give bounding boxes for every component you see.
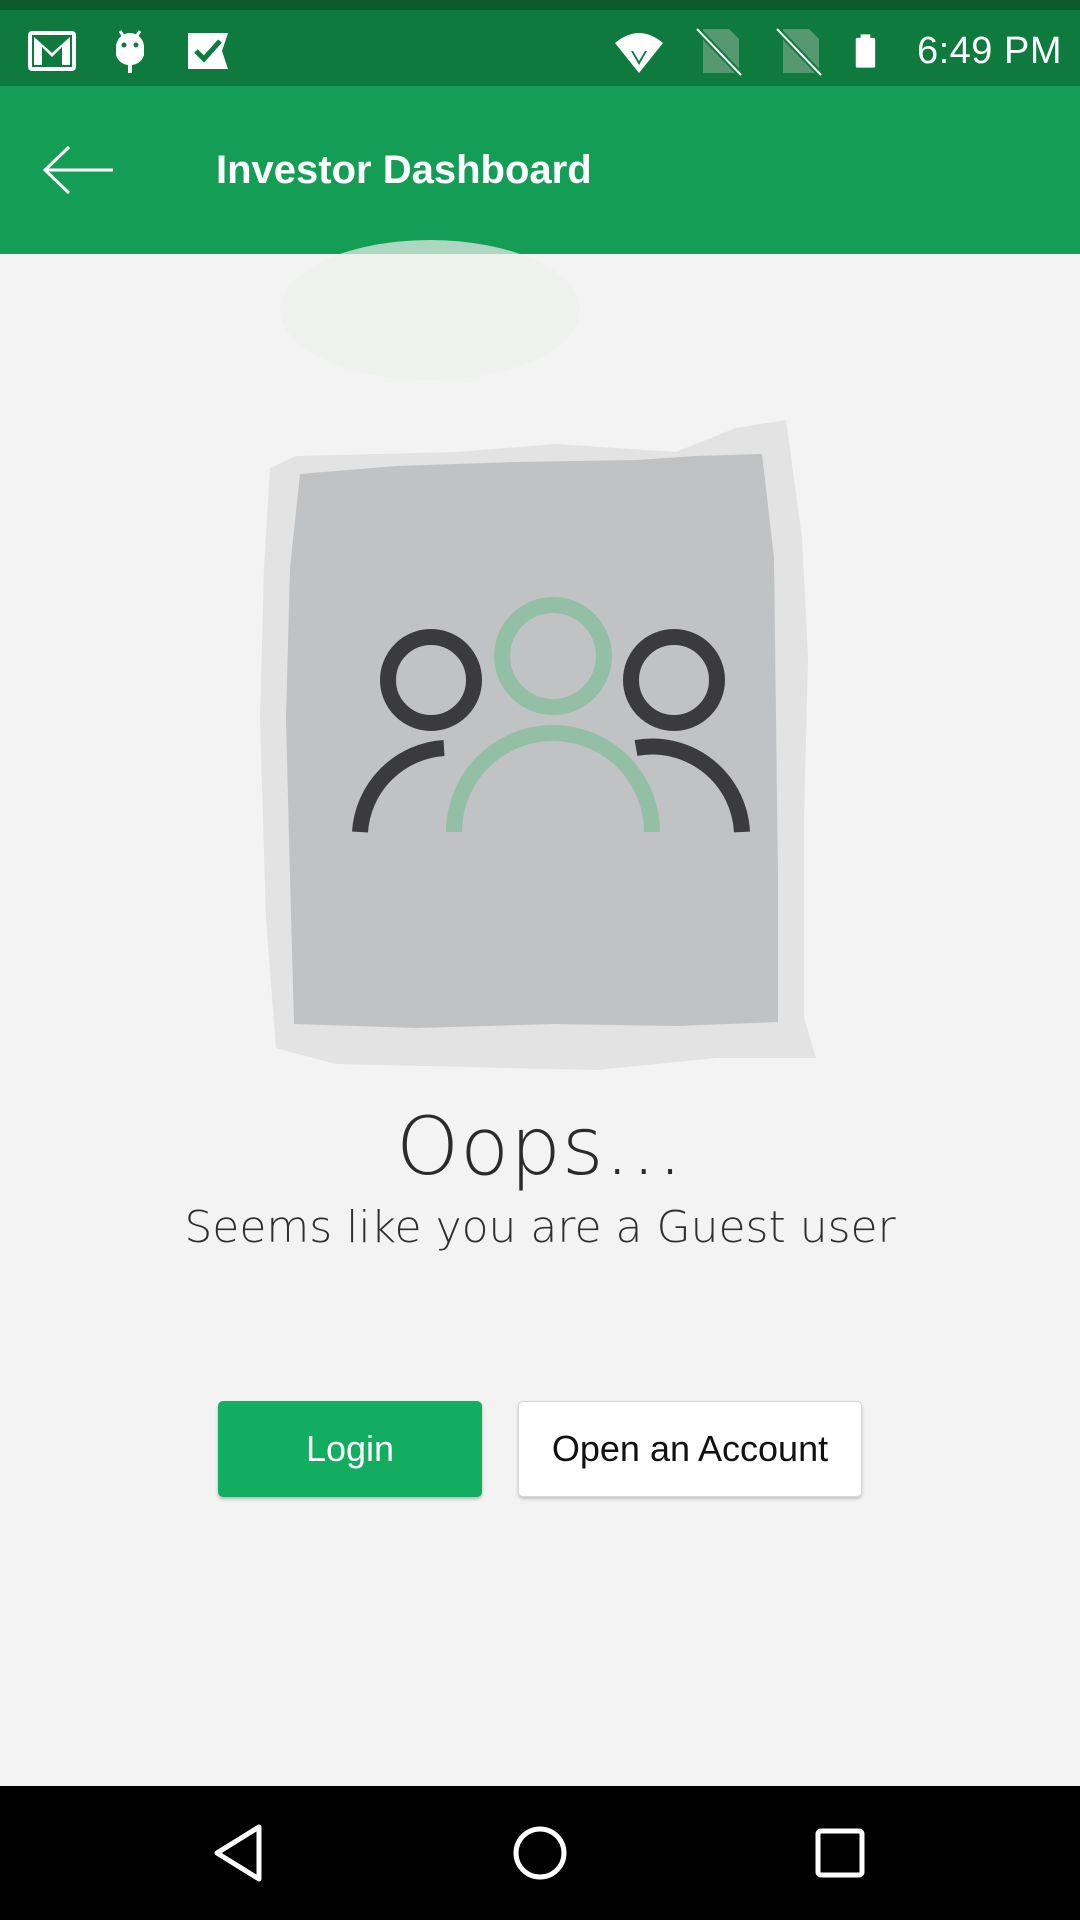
page-title: Investor Dashboard (216, 148, 592, 192)
status-time: 6:49 PM (916, 29, 1062, 72)
wifi-icon (614, 33, 663, 73)
oops-heading: Oops... (396, 1100, 684, 1193)
nav-recents-button[interactable] (795, 1808, 885, 1898)
background-watermark (280, 240, 580, 380)
status-bar-right-icons: 6:49 PM (613, 16, 1062, 86)
app-bar: Investor Dashboard (0, 86, 1080, 254)
status-bar: 6:49 PM (0, 0, 1080, 86)
status-bar-left-icons (26, 16, 234, 86)
home-circle-icon (513, 1826, 567, 1880)
task-check-icon (188, 33, 228, 69)
login-button[interactable]: Login (218, 1401, 482, 1497)
screen: 6:49 PM Investor Dashboard Oops... Seems… (0, 0, 1080, 1920)
back-button[interactable] (36, 130, 120, 210)
open-account-button[interactable]: Open an Account (518, 1401, 862, 1497)
guest-user-message: Seems like you are a Guest user (184, 1202, 896, 1253)
no-sim-icon (774, 26, 824, 77)
no-sim-icon (694, 26, 744, 77)
system-navigation-bar (0, 1786, 1080, 1920)
android-debug-icon (116, 30, 144, 73)
recents-square-icon (815, 1828, 865, 1878)
battery-icon (855, 34, 876, 68)
nav-home-button[interactable] (495, 1808, 585, 1898)
gmail-icon (28, 31, 76, 71)
back-triangle-icon (214, 1824, 262, 1882)
guest-illustration (260, 420, 816, 1070)
arrow-left-icon (42, 145, 113, 195)
nav-back-button[interactable] (196, 1808, 286, 1898)
